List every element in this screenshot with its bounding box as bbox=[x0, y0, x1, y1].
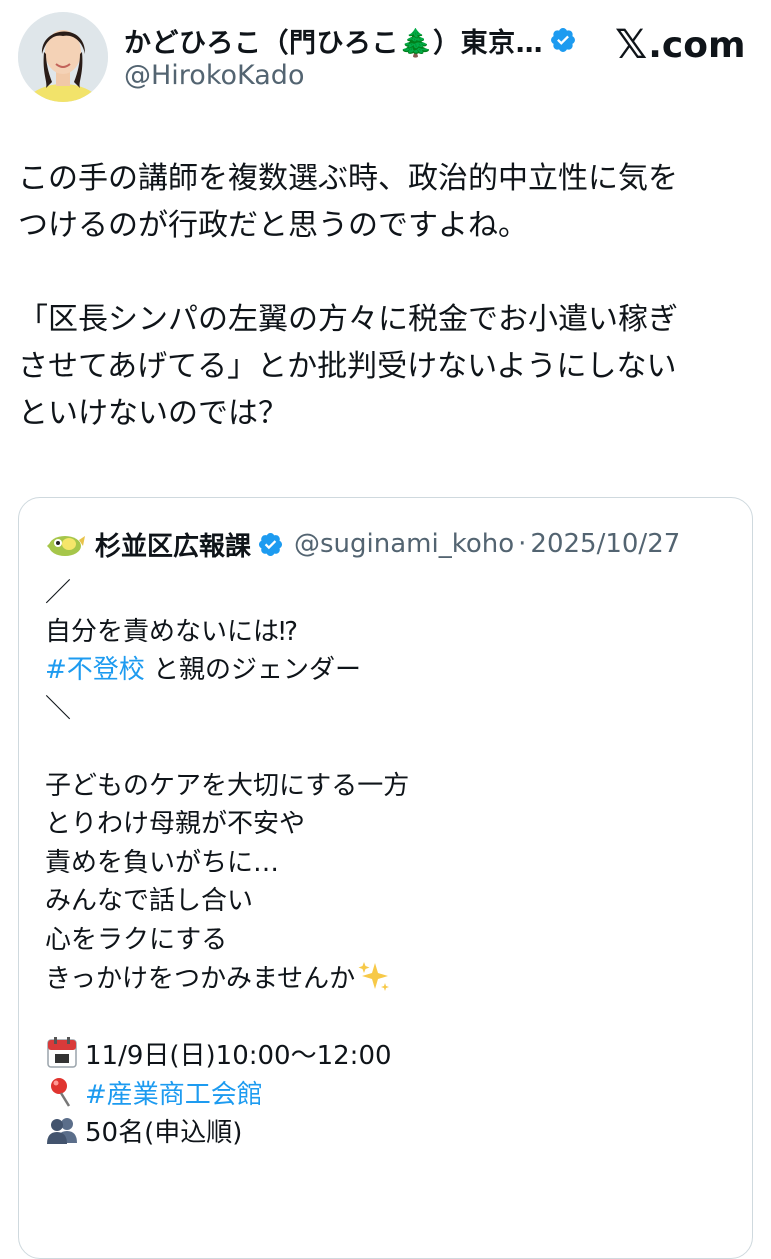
author-handle[interactable]: @HirokoKado bbox=[124, 60, 304, 91]
tweet-body: この手の講師を複数選ぶ時、政治的中立性に気を つけるのが行政だと思うのですよね。… bbox=[18, 155, 753, 437]
quoted-line: とりわけ母親が不安や bbox=[45, 809, 306, 839]
author-avatar[interactable] bbox=[18, 12, 108, 102]
quoted-line: みんなで話し合い bbox=[45, 886, 254, 916]
x-logo-text: .com bbox=[648, 24, 746, 66]
x-logo[interactable]: 𝕏 .com bbox=[615, 22, 746, 68]
verified-badge-icon bbox=[258, 532, 283, 556]
tweet-line: この手の講師を複数選ぶ時、政治的中立性に気を bbox=[18, 161, 678, 196]
quoted-line-text: きっかけをつかみませんか bbox=[45, 964, 356, 994]
quoted-line: 心をラクにする bbox=[45, 924, 228, 955]
tweet-line: つけるのが行政だと思うのですよね。 bbox=[18, 208, 528, 243]
author-name-row[interactable]: かどひろこ（門ひろこ🌲）東京… bbox=[124, 20, 577, 60]
sparkles-icon bbox=[358, 962, 390, 991]
quoted-line-with-emoji: 11/9日(日)10:00〜12:00 bbox=[45, 1036, 735, 1075]
hashtag-link[interactable]: #産業商工会館 bbox=[85, 1080, 263, 1110]
tweet-paragraph-gap bbox=[18, 249, 753, 296]
tweet-line: 「区長シンパの左翼の方々に税金でお小遣い稼ぎ bbox=[18, 302, 678, 337]
verified-badge-icon bbox=[551, 28, 576, 52]
calendar-icon bbox=[47, 1037, 77, 1068]
x-brand-icon: 𝕏 bbox=[615, 22, 648, 68]
event-date-text: 11/9日(日)10:00〜12:00 bbox=[85, 1041, 392, 1071]
quoted-handle[interactable]: @suginami_koho bbox=[294, 529, 514, 559]
capacity-text: 50名(申込順) bbox=[85, 1118, 243, 1148]
separator-dot: · bbox=[518, 529, 527, 559]
quoted-line-with-emoji: きっかけをつかみませんか bbox=[45, 959, 735, 998]
quoted-line: 責めを負いがちに… bbox=[45, 847, 280, 878]
quoted-date[interactable]: 2025/10/27 bbox=[530, 529, 680, 559]
quoted-tweet-header: 杉並区広報課 @suginami_koho · 2025/10/27 bbox=[45, 524, 680, 564]
tweet-line: といけないのでは？ bbox=[18, 396, 288, 431]
location-pin-icon bbox=[51, 1077, 71, 1107]
quoted-tweet-body: ／ 自分を責めないには⁉︎ #不登校 と親のジェンダー ＼ 子どものケアを大切に… bbox=[45, 574, 735, 1152]
quoted-line: 子どものケアを大切にする一方 bbox=[45, 770, 410, 801]
tweet-header: かどひろこ（門ひろこ🌲）東京… @HirokoKado 𝕏 .com bbox=[0, 0, 771, 120]
quoted-line: 自分を責めないには⁉︎ bbox=[45, 616, 299, 647]
quoted-line-with-emoji: #産業商工会館 bbox=[45, 1075, 735, 1114]
author-display-name[interactable]: かどひろこ（門ひろこ🌲）東京… bbox=[124, 21, 543, 60]
tweet-line: させてあげてる」とか批判受けないようにしない bbox=[18, 349, 677, 384]
hashtag-link[interactable]: #不登校 bbox=[45, 655, 145, 685]
quoted-line-text: と親のジェンダー bbox=[144, 655, 362, 685]
quoted-line-with-hashtag: #不登校 と親のジェンダー bbox=[45, 651, 735, 690]
quoted-avatar-icon[interactable] bbox=[45, 524, 85, 564]
quoted-paragraph-gap bbox=[45, 728, 735, 767]
quoted-paragraph-gap bbox=[45, 998, 735, 1037]
quoted-tweet-card[interactable]: 杉並区広報課 @suginami_koho · 2025/10/27 ／ 自分を… bbox=[18, 497, 753, 1259]
quoted-display-name[interactable]: 杉並区広報課 bbox=[95, 526, 251, 563]
quoted-line: ／ bbox=[45, 578, 72, 608]
quoted-line: ＼ bbox=[45, 693, 72, 724]
people-icon bbox=[47, 1118, 77, 1144]
quoted-line-with-emoji: 50名(申込順) bbox=[45, 1113, 735, 1152]
